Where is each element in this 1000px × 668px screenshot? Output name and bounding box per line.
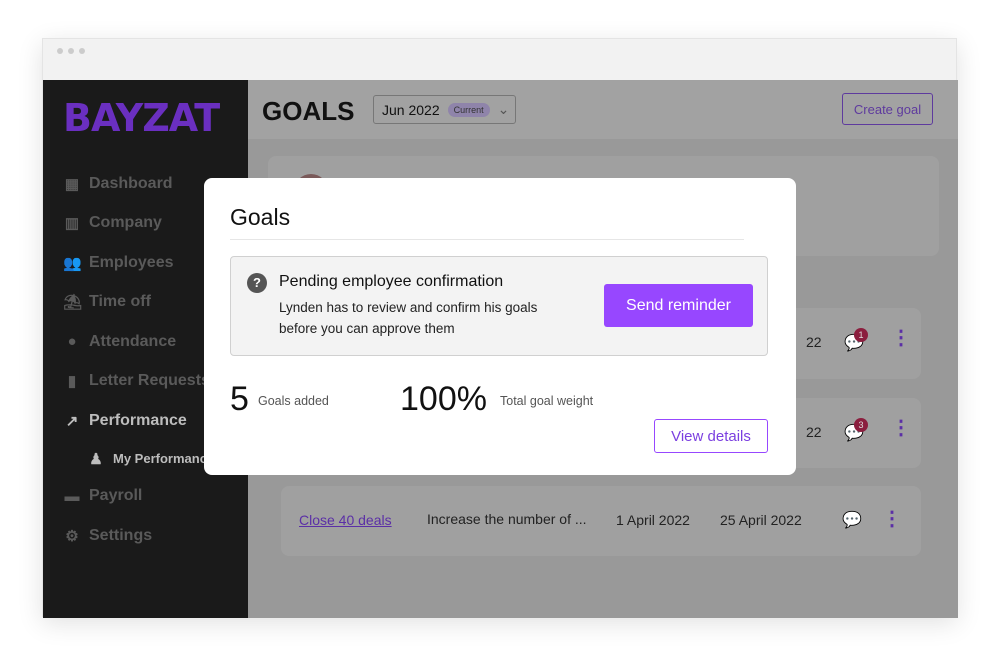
- sidebar-item-label: Letter Requests: [89, 372, 210, 390]
- sidebar-nav: ▦ Dashboard ▥ Company 👥 Employees ⛱ Time off ● At…: [63, 164, 214, 556]
- period-value: Jun 2022: [382, 101, 440, 118]
- alert-title: Pending employee confirmation: [279, 273, 504, 290]
- sidebar-item-performance[interactable]: ↗ Performance: [63, 401, 214, 441]
- goal-end-date: 25 April 2022: [720, 512, 802, 528]
- location-pin-icon: ●: [67, 333, 77, 351]
- sidebar-item-company[interactable]: ▥ Company: [63, 204, 214, 244]
- dashboard-icon: ▦: [64, 175, 80, 193]
- more-options-icon[interactable]: ⋮: [891, 328, 911, 348]
- sidebar-item-attendance[interactable]: ● Attendance: [63, 322, 214, 362]
- comment-icon[interactable]: 💬: [842, 510, 862, 530]
- goal-end-date: 22: [806, 424, 822, 440]
- money-icon: ▬: [64, 487, 80, 505]
- sidebar-item-label: Company: [89, 214, 162, 232]
- current-badge: Current: [447, 102, 490, 117]
- more-options-icon[interactable]: ⋮: [882, 509, 902, 529]
- trend-up-icon: ↗: [65, 412, 79, 430]
- comment-count-badge: 3: [854, 418, 868, 432]
- goal-start-date: 1 April 2022: [616, 512, 690, 528]
- goals-count-label: Goals added: [258, 394, 329, 408]
- create-goal-button[interactable]: Create goal: [842, 93, 933, 125]
- sidebar-item-letter-requests[interactable]: ▮ Letter Requests: [63, 362, 214, 402]
- chevron-down-icon: ⌄: [497, 101, 510, 117]
- goal-description: Increase the number of ...: [427, 511, 587, 527]
- view-details-button[interactable]: View details: [654, 419, 768, 453]
- goal-name-link[interactable]: Close 40 deals: [299, 512, 392, 528]
- period-select[interactable]: Jun 2022 Current ⌄: [373, 95, 516, 124]
- people-icon: 👥: [63, 254, 82, 272]
- sidebar-item-label: Dashboard: [89, 174, 173, 192]
- sidebar-item-time-off[interactable]: ⛱ Time off: [63, 283, 214, 323]
- beach-umbrella-icon: ⛱: [63, 294, 83, 312]
- modal-title: Goals: [230, 204, 291, 230]
- sidebar-item-payroll[interactable]: ▬ Payroll: [63, 477, 214, 517]
- goals-modal: Goals ? Pending employee confirmation Ly…: [204, 178, 796, 475]
- building-icon: ▥: [64, 215, 80, 233]
- goals-count: 5: [230, 380, 249, 418]
- window-controls: [57, 48, 85, 54]
- sidebar-item-label: Attendance: [89, 332, 177, 350]
- more-options-icon[interactable]: ⋮: [891, 418, 911, 438]
- alert-text: Lynden has to review and confirm his goa…: [279, 300, 538, 336]
- person-chart-icon: ♟: [89, 450, 103, 468]
- total-weight: 100%: [400, 380, 487, 418]
- page-title: GOALS: [262, 96, 355, 126]
- goal-end-date: 22: [806, 334, 822, 350]
- sidebar-item-dashboard[interactable]: ▦ Dashboard: [63, 164, 214, 204]
- document-icon: ▮: [67, 373, 77, 391]
- sidebar-item-my-performance[interactable]: ♟ My Performance: [63, 441, 214, 477]
- sidebar-item-label: My Performance: [113, 451, 215, 466]
- total-weight-label: Total goal weight: [500, 394, 594, 408]
- sidebar-item-label: Payroll: [89, 487, 143, 505]
- question-icon: ?: [247, 273, 267, 293]
- divider: [230, 239, 744, 240]
- page-header: GOALS Jun 2022 Current ⌄ Create goal: [248, 80, 958, 139]
- gear-icon: ⚙: [65, 527, 79, 545]
- pending-confirmation-alert: ? Pending employee confirmation Lynden h…: [230, 256, 768, 356]
- sidebar-item-employees[interactable]: 👥 Employees: [63, 243, 214, 283]
- bayzat-logo: BAYZAT: [63, 96, 220, 140]
- goal-row[interactable]: Close 40 deals Increase the number of ..…: [281, 486, 921, 556]
- sidebar-item-label: Settings: [89, 526, 153, 544]
- sidebar-item-label: Employees: [89, 253, 174, 271]
- sidebar-item-settings[interactable]: ⚙ Settings: [63, 516, 214, 556]
- comment-count-badge: 1: [854, 328, 868, 342]
- sidebar-item-label: Performance: [89, 411, 187, 429]
- sidebar-item-label: Time off: [89, 293, 151, 311]
- send-reminder-button[interactable]: Send reminder: [604, 284, 753, 327]
